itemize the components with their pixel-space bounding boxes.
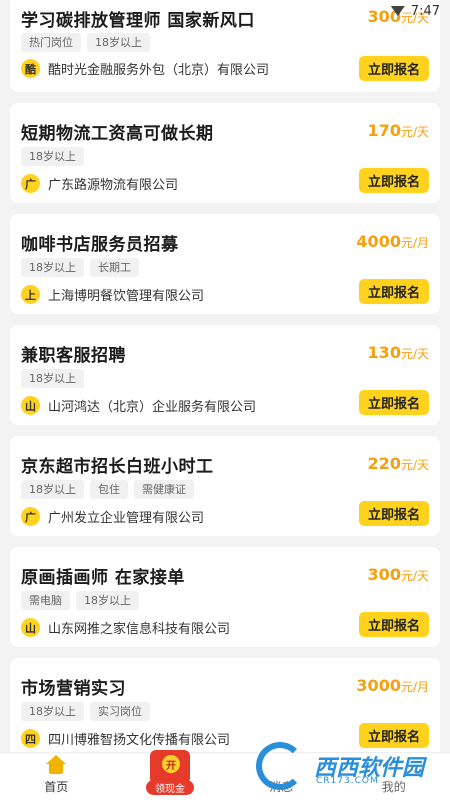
job-title: 学习碳排放管理师 国家新风口 (21, 11, 255, 31)
company-name: 上海博明餐饮管理有限公司 (48, 289, 205, 304)
job-tags: 热门岗位 18岁以上 (21, 33, 150, 52)
company-name: 山东网推之家信息科技有限公司 (48, 622, 231, 637)
company-badge: 酷 (21, 59, 40, 78)
home-icon (46, 755, 67, 775)
job-title: 京东超市招长白班小时工 (21, 457, 214, 477)
job-salary: 170元/天 (367, 121, 429, 140)
watermark-sub: CR173.COM (316, 776, 379, 786)
job-tags: 18岁以上 长期工 (21, 258, 139, 277)
job-card[interactable]: 兼职客服招聘 130元/天 18岁以上 山 山河鸿达（北京）企业服务有限公司 立… (10, 325, 440, 425)
tab-home-label: 首页 (44, 780, 69, 794)
apply-button[interactable]: 立即报名 (359, 390, 429, 415)
job-tags: 需电脑 18岁以上 (21, 591, 139, 610)
company-row: 山 山东网推之家信息科技有限公司 (21, 618, 230, 637)
job-card[interactable]: 短期物流工资高可做长期 170元/天 18岁以上 广 广东路源物流有限公司 立即… (10, 103, 440, 203)
company-row: 广 广州发立企业管理有限公司 (21, 507, 204, 526)
company-badge: 广 (21, 174, 40, 193)
apply-button[interactable]: 立即报名 (359, 56, 429, 81)
job-tag: 需健康证 (134, 480, 194, 499)
job-tag: 需电脑 (21, 591, 70, 610)
job-tag: 18岁以上 (21, 147, 84, 166)
job-tag: 热门岗位 (21, 33, 81, 52)
job-tag: 实习岗位 (90, 702, 150, 721)
job-tag: 18岁以上 (21, 369, 84, 388)
job-title: 兼职客服招聘 (21, 346, 126, 366)
tab-home[interactable]: 首页 (0, 753, 113, 800)
job-card[interactable]: 京东超市招长白班小时工 220元/天 18岁以上 包住 需健康证 广 广州发立企… (10, 436, 440, 536)
apply-button[interactable]: 立即报名 (359, 168, 429, 193)
company-row: 广 广东路源物流有限公司 (21, 174, 178, 193)
job-salary: 4000元/月 (356, 232, 429, 251)
wifi-icon (390, 6, 405, 16)
company-name: 广州发立企业管理有限公司 (48, 511, 205, 526)
job-list[interactable]: 学习碳排放管理师 国家新风口 300元/天 热门岗位 18岁以上 酷 酷时光金融… (0, 0, 450, 752)
job-tags: 18岁以上 (21, 369, 84, 388)
job-tag: 18岁以上 (21, 480, 84, 499)
job-tag: 18岁以上 (87, 33, 150, 52)
apply-button[interactable]: 立即报名 (359, 612, 429, 637)
job-card[interactable]: 原画插画师 在家接单 300元/天 需电脑 18岁以上 山 山东网推之家信息科技… (10, 547, 440, 647)
job-salary: 3000元/月 (356, 676, 429, 695)
job-title: 原画插画师 在家接单 (21, 568, 185, 588)
company-row: 上 上海博明餐饮管理有限公司 (21, 285, 204, 304)
company-badge: 山 (21, 618, 40, 637)
job-tag: 包住 (90, 480, 128, 499)
watermark-logo-icon (256, 742, 304, 790)
company-row: 酷 酷时光金融服务外包（北京）有限公司 (21, 59, 269, 78)
job-tags: 18岁以上 (21, 147, 84, 166)
job-salary: 130元/天 (367, 343, 429, 362)
status-time: 7:47 (410, 3, 440, 19)
company-badge: 山 (21, 396, 40, 415)
company-badge: 上 (21, 285, 40, 304)
job-title: 短期物流工资高可做长期 (21, 124, 214, 144)
coin-icon: 开 (162, 755, 180, 773)
apply-button[interactable]: 立即报名 (359, 279, 429, 304)
job-tag: 18岁以上 (21, 258, 84, 277)
company-badge: 四 (21, 729, 40, 748)
company-name: 酷时光金融服务外包（北京）有限公司 (48, 63, 270, 78)
company-row: 山 山河鸿达（北京）企业服务有限公司 (21, 396, 256, 415)
job-tags: 18岁以上 实习岗位 (21, 702, 150, 721)
job-tag: 18岁以上 (76, 591, 139, 610)
status-bar: 7:47 (360, 0, 450, 22)
red-packet-label: 领现金 (146, 780, 194, 795)
job-salary: 220元/天 (367, 454, 429, 473)
job-card[interactable]: 咖啡书店服务员招募 4000元/月 18岁以上 长期工 上 上海博明餐饮管理有限… (10, 214, 440, 314)
company-row: 四 四川博雅智扬文化传播有限公司 (21, 729, 230, 748)
job-title: 市场营销实习 (21, 679, 126, 699)
red-packet-button[interactable]: 开 领现金 (146, 750, 194, 795)
company-name: 广东路源物流有限公司 (48, 178, 179, 193)
job-tag: 长期工 (90, 258, 139, 277)
company-name: 四川博雅智扬文化传播有限公司 (48, 733, 231, 748)
company-badge: 广 (21, 507, 40, 526)
company-name: 山河鸿达（北京）企业服务有限公司 (48, 400, 257, 415)
job-title: 咖啡书店服务员招募 (21, 235, 179, 255)
job-salary: 300元/天 (367, 565, 429, 584)
watermark: 西西软件园 CR173.COM (254, 738, 444, 794)
job-tag: 18岁以上 (21, 702, 84, 721)
job-tags: 18岁以上 包住 需健康证 (21, 480, 194, 499)
apply-button[interactable]: 立即报名 (359, 501, 429, 526)
